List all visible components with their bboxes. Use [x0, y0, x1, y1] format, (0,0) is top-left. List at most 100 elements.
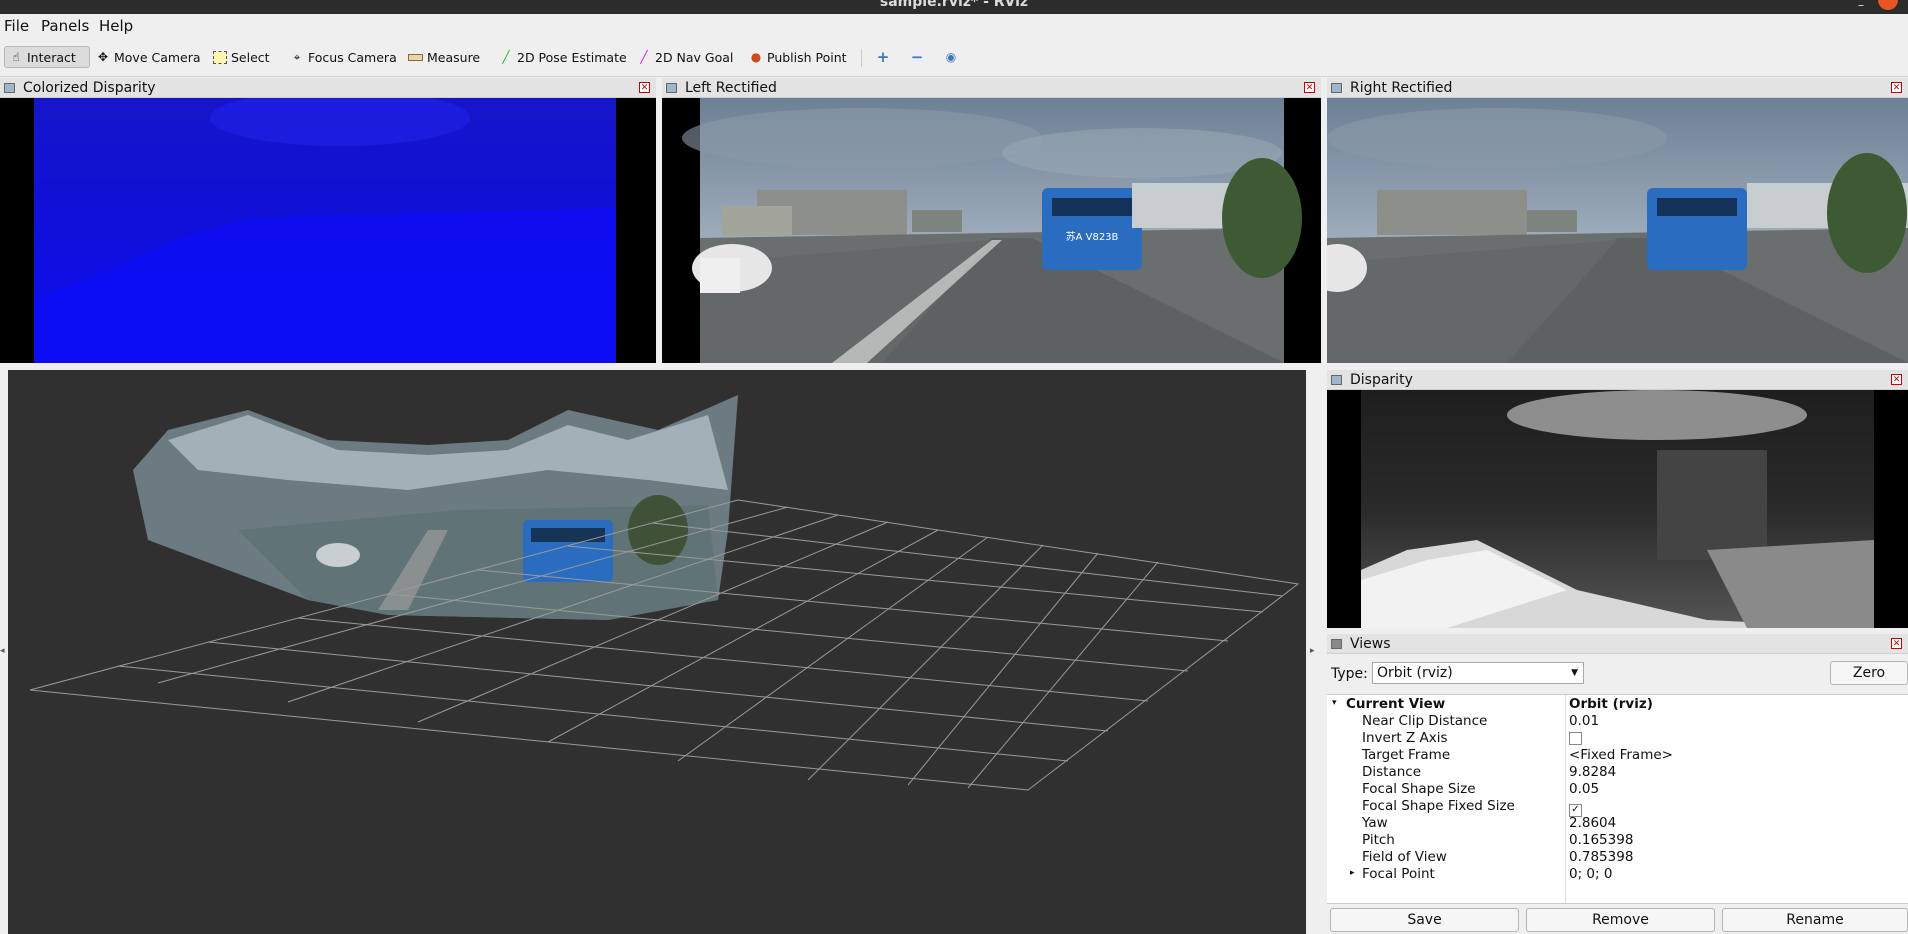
move-camera-button[interactable]: ✥ Move Camera	[92, 46, 205, 68]
add-tool-button[interactable]: +	[872, 46, 894, 68]
collapse-handle-icon[interactable]: ◂	[0, 646, 5, 656]
property-value[interactable]: <Fixed Frame>	[1569, 747, 1673, 763]
green-arrow-icon: ╱	[502, 50, 510, 64]
close-icon[interactable]: ✕	[1891, 638, 1902, 649]
collapse-handle-icon[interactable]: ▸	[1310, 646, 1315, 656]
measure-label: Measure	[427, 49, 481, 65]
tree-row[interactable]: ▸ Focal Point 0; 0; 0	[1327, 866, 1907, 883]
close-icon[interactable]: ✕	[1304, 82, 1315, 93]
move-arrows-icon: ✥	[97, 50, 109, 64]
eye-icon: ◉	[945, 50, 957, 64]
property-key: Focal Point	[1362, 866, 1435, 882]
image-panel-icon	[4, 82, 15, 93]
focus-camera-label: Focus Camera	[308, 49, 397, 65]
remove-button[interactable]: Remove	[1526, 908, 1715, 932]
disparity-image	[1327, 390, 1908, 628]
publish-point-button[interactable]: ● Publish Point	[745, 46, 851, 68]
tree-row[interactable]: Yaw 2.8604	[1327, 815, 1907, 832]
select-label: Select	[231, 49, 270, 65]
property-value[interactable]: 0.785398	[1569, 849, 1633, 865]
plus-icon: +	[876, 48, 890, 66]
toolbar: ☝ Interact ✥ Move Camera Select ⌖ Focus …	[0, 38, 1908, 77]
menu-help[interactable]: Help	[99, 17, 133, 35]
minimize-icon[interactable]: –	[1858, 0, 1864, 12]
chevron-down-icon: ▼	[1571, 668, 1578, 678]
tree-row[interactable]: Focal Shape Size 0.05	[1327, 781, 1907, 798]
pink-arrow-icon: ╱	[640, 50, 648, 64]
close-icon[interactable]: ✕	[1891, 82, 1902, 93]
interact-label: Interact	[27, 49, 76, 65]
interact-tool-button[interactable]: ☝ Interact	[4, 46, 90, 68]
hand-pointer-icon: ☝	[12, 50, 20, 64]
image-panel-icon	[1331, 82, 1342, 93]
zero-button[interactable]: Zero	[1830, 661, 1908, 685]
menu-panels[interactable]: Panels	[41, 17, 89, 35]
tree-row[interactable]: Field of View 0.785398	[1327, 849, 1907, 866]
left-street-scene: 苏A V823B	[682, 98, 1302, 363]
property-value[interactable]: 0.01	[1569, 713, 1599, 729]
pose-estimate-label: 2D Pose Estimate	[517, 49, 627, 65]
tree-row[interactable]: Distance 9.8284	[1327, 764, 1907, 781]
property-key: Distance	[1362, 764, 1422, 780]
pose-estimate-button[interactable]: ╱ 2D Pose Estimate	[495, 46, 631, 68]
view-properties-tree: ▾ Current View Orbit (rviz) Near Clip Di…	[1327, 694, 1908, 904]
panel-title: Disparity	[1350, 371, 1413, 388]
tree-row[interactable]: Near Clip Distance 0.01	[1327, 713, 1907, 730]
tree-row[interactable]: Target Frame <Fixed Frame>	[1327, 747, 1907, 764]
property-value[interactable]: 2.8604	[1569, 815, 1616, 831]
nav-goal-button[interactable]: ╱ 2D Nav Goal	[633, 46, 737, 68]
measure-button[interactable]: Measure	[404, 46, 484, 68]
views-panel-icon	[1331, 638, 1342, 649]
focus-camera-button[interactable]: ⌖ Focus Camera	[286, 46, 401, 68]
tree-row-current-view[interactable]: ▾ Current View Orbit (rviz)	[1327, 696, 1907, 713]
camera-type-button[interactable]: ◉	[940, 46, 962, 68]
left-rectified-image: 苏A V823B	[662, 98, 1321, 363]
property-value[interactable]: 0; 0; 0	[1569, 866, 1612, 882]
window-titlebar: sample.rviz* - RViz –	[0, 0, 1908, 14]
image-panel-icon	[1331, 374, 1342, 385]
expanded-arrow-icon[interactable]: ▾	[1332, 698, 1337, 708]
property-key: Field of View	[1362, 849, 1447, 865]
collapsed-arrow-icon[interactable]: ▸	[1350, 868, 1355, 878]
menu-bar: File Panels Help	[0, 14, 1908, 38]
tree-row[interactable]: Invert Z Axis	[1327, 730, 1907, 747]
window-title: sample.rviz* - RViz	[879, 0, 1029, 10]
disparity-header: Disparity ✕	[1327, 370, 1908, 390]
type-label: Type:	[1331, 666, 1368, 682]
tree-row[interactable]: Focal Shape Fixed Size ✓	[1327, 798, 1907, 817]
view-type-value: Orbit (rviz)	[1377, 665, 1453, 681]
colorized-disparity-header: Colorized Disparity ✕	[0, 78, 656, 98]
bus-text: 苏A V823B	[1066, 230, 1119, 243]
close-icon[interactable]: ✕	[639, 82, 650, 93]
menu-file[interactable]: File	[4, 17, 29, 35]
pointcloud-scene[interactable]	[8, 370, 1306, 934]
right-rectified-header: Right Rectified ✕	[1327, 78, 1908, 98]
save-button[interactable]: Save	[1330, 908, 1519, 932]
rename-button[interactable]: Rename	[1722, 908, 1908, 932]
ruler-icon	[408, 53, 423, 61]
nav-goal-label: 2D Nav Goal	[655, 49, 734, 65]
invert-z-checkbox[interactable]	[1569, 732, 1582, 745]
remove-tool-button[interactable]: −	[906, 46, 928, 68]
toolbar-separator	[861, 49, 862, 67]
view-type-select[interactable]: Orbit (rviz) ▼	[1372, 662, 1584, 684]
property-key: Target Frame	[1362, 747, 1451, 763]
property-value[interactable]: 0.165398	[1569, 832, 1633, 848]
disparity-graphic	[1361, 390, 1874, 628]
crosshair-icon: ⌖	[293, 50, 301, 64]
colorized-disparity-image	[0, 98, 656, 363]
close-icon[interactable]: ✕	[1891, 374, 1902, 385]
property-value[interactable]: 9.8284	[1569, 764, 1616, 780]
tree-row[interactable]: Pitch 0.165398	[1327, 832, 1907, 849]
current-view-key: Current View	[1346, 696, 1446, 712]
select-button[interactable]: Select	[209, 46, 274, 68]
panel-title: Right Rectified	[1350, 79, 1453, 96]
views-panel: Type: Orbit (rviz) ▼ Zero ▾ Current View…	[1327, 654, 1908, 934]
property-value[interactable]: 0.05	[1569, 781, 1599, 797]
property-key: Yaw	[1362, 815, 1388, 831]
right-rectified-image	[1327, 98, 1908, 363]
colorized-disparity-graphic	[34, 98, 616, 363]
3d-render-viewport[interactable]	[8, 370, 1306, 934]
current-view-value: Orbit (rviz)	[1569, 696, 1653, 712]
property-key: Invert Z Axis	[1362, 730, 1448, 746]
